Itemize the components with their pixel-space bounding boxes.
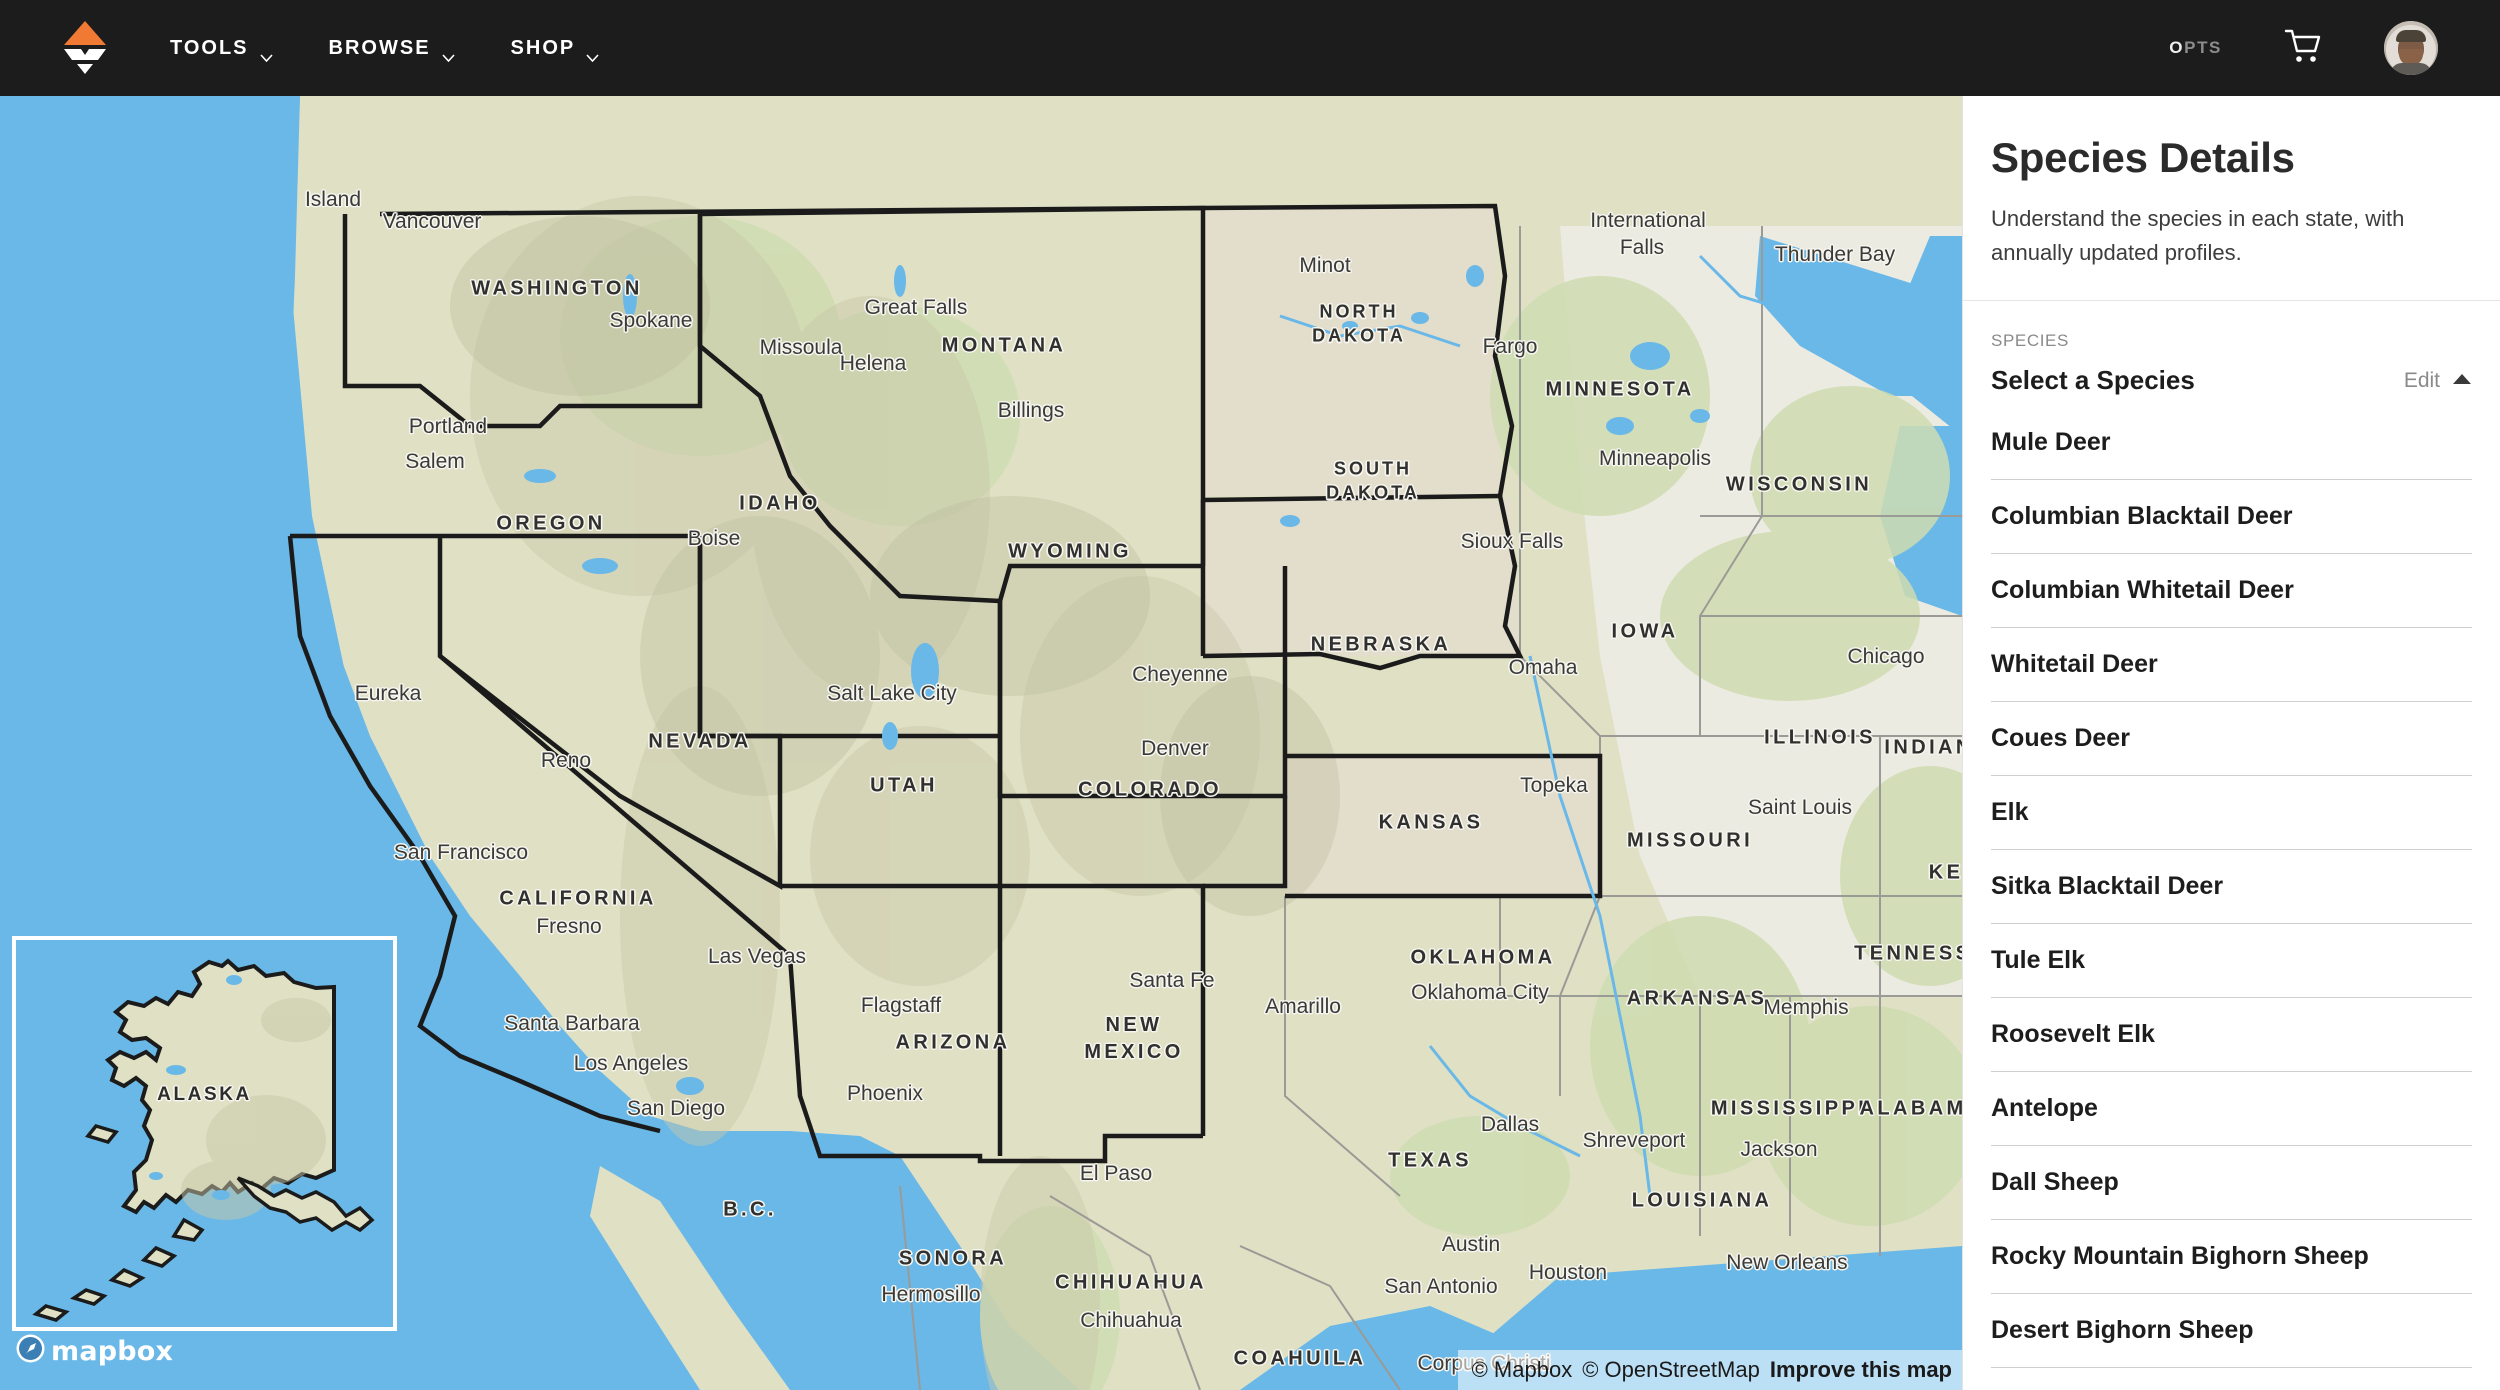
species-edit-label: Edit [2403,369,2440,393]
user-avatar[interactable] [2384,21,2438,75]
shopping-cart-icon[interactable] [2284,28,2322,69]
species-selected-value: Select a Species [1991,365,2195,396]
map-attribution: © Mapbox © OpenStreetMap Improve this ma… [1457,1350,1962,1390]
species-option[interactable]: Desert Bighorn Sheep [1991,1316,2472,1369]
species-section-kicker: SPECIES [1991,331,2069,351]
top-navigation-bar: TOOLS BROWSE SHOP OPTS [0,0,2500,96]
species-option[interactable]: Tule Elk [1991,946,2472,999]
panel-header: Species Details Understand the species i… [1963,96,2500,300]
nav-item-browse-label: BROWSE [328,36,431,59]
chevron-down-icon [586,45,599,63]
species-selector-section: SPECIES Select a Species Edit Mule Deer C… [1963,301,2500,1390]
species-option[interactable]: Sitka Blacktail Deer [1991,872,2472,925]
species-option[interactable]: Roosevelt Elk [1991,1020,2472,1073]
nav-item-browse[interactable]: BROWSE [328,36,455,63]
mapbox-logo[interactable]: mapbox [16,1334,173,1368]
gohunt-arrow-logo-icon [58,15,112,82]
species-option[interactable]: Whitetail Deer [1991,650,2472,703]
alaska-label: ALASKA [157,1083,252,1105]
species-details-panel: Species Details Understand the species i… [1962,96,2500,1390]
species-option[interactable]: Dall Sheep [1991,1168,2472,1221]
species-selected-row: Select a Species Edit [1991,365,2472,396]
nav-item-tools[interactable]: TOOLS [170,36,273,63]
species-option-list[interactable]: Mule Deer Columbian Blacktail Deer Columbi… [1991,428,2472,1390]
attribution-mapbox-link[interactable]: © Mapbox [1472,1357,1573,1383]
alaska-inset-map[interactable]: ALASKA [12,936,397,1331]
mapbox-logo-text: mapbox [51,1335,174,1367]
nav-item-shop-label: SHOP [510,36,576,59]
attribution-osm-link[interactable]: © OpenStreetMap [1582,1357,1760,1383]
mapbox-logo-icon [16,1334,45,1368]
map-viewport[interactable]: WASHINGTON OREGON IDAHO MONTANA WYOMING NEVAD… [0,96,1962,1390]
species-option[interactable]: Antelope [1991,1094,2472,1147]
nav-item-tools-label: TOOLS [170,36,249,59]
attribution-improve-link[interactable]: Improve this map [1770,1357,1952,1383]
species-option[interactable]: Columbian Whitetail Deer [1991,576,2472,629]
chevron-up-icon [2452,372,2472,390]
species-option[interactable]: Rocky Mountain Bighorn Sheep [1991,1242,2472,1295]
brand-logo[interactable] [0,15,170,82]
species-edit-button[interactable]: Edit [2404,369,2472,396]
species-option[interactable]: Mule Deer [1991,428,2472,481]
alaska-shape [16,940,393,1327]
opts-button-rest: PTS [2184,38,2222,57]
species-option[interactable]: Coues Deer [1991,724,2472,777]
panel-subtitle: Understand the species in each state, wi… [1991,206,2405,266]
species-option[interactable]: Elk [1991,798,2472,851]
species-option[interactable]: Columbian Blacktail Deer [1991,502,2472,555]
chevron-down-icon [441,45,455,63]
opts-button-lead: O [2169,38,2185,57]
page-title: Species Details [1991,134,2295,181]
nav-item-shop[interactable]: SHOP [510,36,600,63]
chevron-down-icon [259,45,273,63]
nav-right-group: OPTS [2169,21,2500,75]
opts-button[interactable]: OPTS [2169,38,2222,58]
